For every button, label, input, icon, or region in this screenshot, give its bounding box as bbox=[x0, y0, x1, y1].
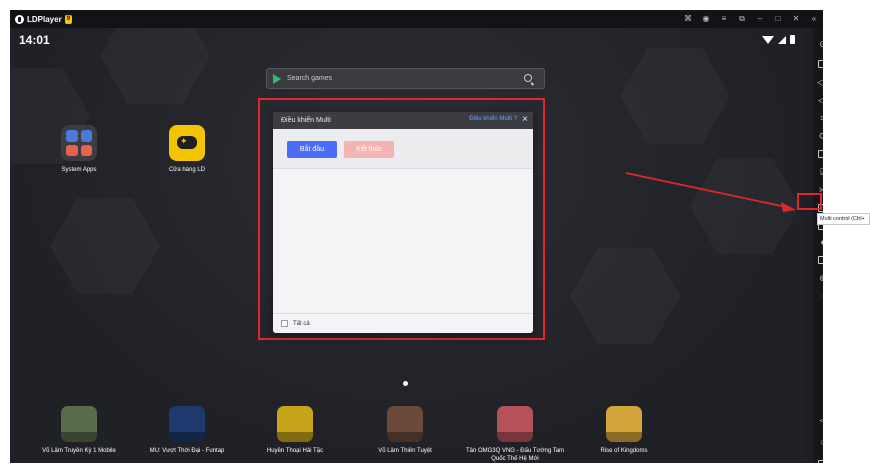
game-label: Huyền Thoại Hải Tặc bbox=[266, 448, 324, 454]
game-icon-shade bbox=[497, 432, 533, 442]
game-app[interactable]: Huyền Thoại Hải Tặc bbox=[239, 406, 351, 455]
settings-mini-icon bbox=[66, 130, 78, 142]
multi-control-highlight-box bbox=[797, 193, 822, 210]
version-badge: 9 bbox=[64, 14, 73, 24]
game-icon-shade bbox=[387, 432, 423, 442]
browser-mini-icon bbox=[80, 130, 92, 142]
battery-icon bbox=[790, 35, 795, 44]
title-bar: LDPlayer 9 ⌘ ◉ ≡ ⧉ – □ ✕ « bbox=[10, 10, 823, 28]
search-placeholder: Search games bbox=[287, 75, 333, 82]
sync-icon[interactable]: ⟳ bbox=[817, 130, 823, 142]
game-icon-shade bbox=[277, 432, 313, 442]
background-hexagon bbox=[570, 248, 680, 344]
search-games-bar[interactable]: Search games bbox=[266, 68, 545, 89]
home-icon[interactable]: ○ bbox=[817, 436, 823, 448]
dialog-header: Điều khiển Multi Điều khiển Multi ? × bbox=[273, 112, 533, 129]
game-app[interactable]: Võ Lâm Thiên Tuyệt bbox=[349, 406, 461, 455]
game-icon-shade bbox=[61, 432, 97, 442]
keyboard-icon[interactable] bbox=[818, 60, 823, 68]
background-hexagon bbox=[620, 48, 730, 144]
collapse-icon[interactable]: « bbox=[809, 10, 819, 28]
close-icon[interactable]: ✕ bbox=[791, 10, 801, 28]
volume-up-icon[interactable]: ◁+ bbox=[817, 76, 823, 88]
status-icons bbox=[762, 35, 795, 44]
operations-icon[interactable]: ◐ bbox=[817, 236, 823, 248]
app-label: System Apps bbox=[61, 167, 97, 173]
fullscreen-icon[interactable]: ⌗ bbox=[817, 112, 823, 124]
ld-store-icon bbox=[169, 125, 205, 161]
shake-icon[interactable]: ◑ bbox=[817, 290, 823, 302]
back-icon[interactable]: ◁ bbox=[817, 414, 823, 426]
ldplayer-logo-icon bbox=[15, 14, 24, 24]
dialog-button-row: Bắt đầu Kết thúc bbox=[273, 129, 533, 169]
game-icon-shade bbox=[169, 432, 205, 442]
game-icon bbox=[387, 406, 423, 442]
location-icon[interactable]: ⊚ bbox=[817, 272, 823, 284]
game-icon bbox=[169, 406, 205, 442]
volume-down-icon[interactable]: ◁- bbox=[817, 94, 823, 106]
game-app[interactable]: Võ Lâm Truyền Kỳ 1 Mobile bbox=[23, 406, 135, 455]
account-icon[interactable]: ◉ bbox=[701, 10, 711, 28]
game-app[interactable]: Rise of Kingdoms bbox=[568, 406, 680, 455]
dialog-help-link[interactable]: Điều khiển Multi ? bbox=[469, 116, 517, 122]
game-label: Tân OMG3Q VNG - Đấu Tướng Tam Quốc Thế H… bbox=[465, 448, 565, 462]
multi-control-tooltip: Multi control (Ctrl+ bbox=[817, 213, 870, 225]
restore-icon[interactable]: ⧉ bbox=[737, 10, 747, 28]
background-hexagon bbox=[100, 28, 210, 104]
game-label: Võ Lâm Truyền Kỳ 1 Mobile bbox=[42, 448, 116, 454]
multi-control-dialog: Điều khiển Multi Điều khiển Multi ? × Bắ… bbox=[273, 112, 533, 333]
game-icon bbox=[61, 406, 97, 442]
game-app[interactable]: Tân OMG3Q VNG - Đấu Tướng Tam Quốc Thế H… bbox=[459, 406, 571, 463]
game-label: Võ Lâm Thiên Tuyệt bbox=[378, 448, 432, 454]
game-icon bbox=[497, 406, 533, 442]
screenshot-icon[interactable] bbox=[818, 150, 823, 158]
app-ld-store[interactable]: Cửa hàng LD bbox=[152, 125, 222, 173]
minimize-icon[interactable]: – bbox=[755, 10, 765, 28]
app-system-apps[interactable]: System Apps bbox=[44, 125, 114, 173]
game-app[interactable]: MU: Vượt Thời Đại - Funtap bbox=[131, 406, 243, 455]
menu-icon[interactable]: ≡ bbox=[719, 10, 729, 28]
end-button[interactable]: Kết thúc bbox=[344, 141, 394, 158]
game-icon-shade bbox=[606, 432, 642, 442]
status-time: 14:01 bbox=[19, 33, 50, 47]
dialog-title: Điều khiển Multi bbox=[281, 117, 331, 124]
start-button[interactable]: Bắt đầu bbox=[287, 141, 337, 158]
background-hexagon bbox=[50, 198, 160, 294]
right-toolbar: ⊙ ◁+ ◁- ⌗ ⟳ ⌸ ✂ ◐ ⊚ ◑ ◁ ○ bbox=[813, 28, 823, 463]
select-all-checkbox[interactable] bbox=[281, 320, 288, 327]
gamepad-icon[interactable]: ⌘ bbox=[683, 10, 693, 28]
system-apps-icon bbox=[61, 125, 97, 161]
window-controls: ⌘ ◉ ≡ ⧉ – □ ✕ « bbox=[683, 10, 819, 28]
settings-icon[interactable]: ⊙ bbox=[817, 38, 823, 50]
signal-icon bbox=[778, 35, 786, 44]
app-brand: LDPlayer 9 bbox=[10, 14, 73, 24]
app-title: LDPlayer bbox=[27, 14, 62, 24]
background-hexagon bbox=[690, 158, 800, 254]
game-label: MU: Vượt Thời Đại - Funtap bbox=[149, 448, 225, 454]
dialog-footer: Tất cả bbox=[273, 313, 533, 333]
recent-apps-icon[interactable] bbox=[818, 460, 823, 463]
apk-icon[interactable]: ⌸ bbox=[817, 166, 823, 178]
dialog-close-icon[interactable]: × bbox=[522, 114, 528, 126]
game-icon bbox=[606, 406, 642, 442]
play-store-icon bbox=[273, 73, 281, 84]
select-all-label: Tất cả bbox=[293, 320, 310, 327]
wifi-icon bbox=[762, 35, 774, 44]
game-label: Rise of Kingdoms bbox=[600, 448, 648, 454]
files-mini-icon bbox=[80, 144, 92, 156]
maximize-icon[interactable]: □ bbox=[773, 10, 783, 28]
game-icon bbox=[277, 406, 313, 442]
page-indicator bbox=[403, 381, 408, 386]
gallery-mini-icon bbox=[66, 144, 78, 156]
search-icon[interactable] bbox=[524, 74, 532, 82]
app-label: Cửa hàng LD bbox=[168, 167, 206, 173]
folder-icon[interactable] bbox=[818, 256, 823, 264]
